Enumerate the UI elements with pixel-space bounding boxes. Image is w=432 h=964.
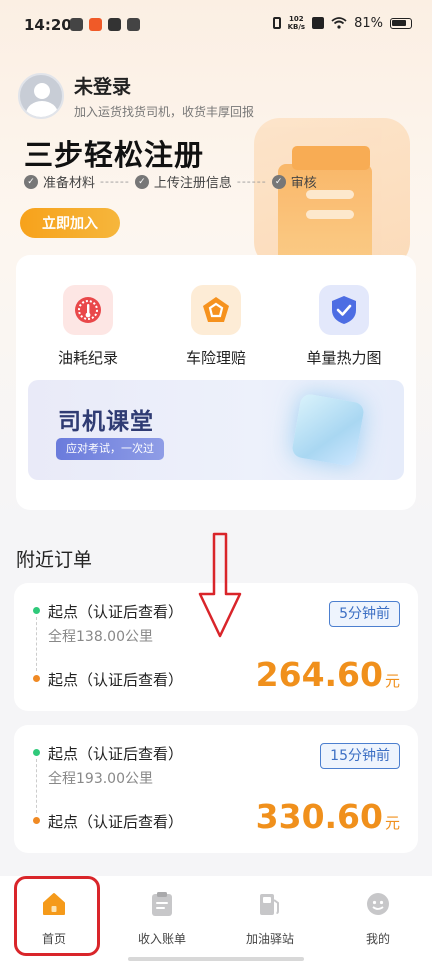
end-dot bbox=[33, 817, 40, 824]
price-value: 264.60 bbox=[255, 655, 383, 694]
battery-icon bbox=[390, 17, 412, 29]
speed-unit: KB/s bbox=[287, 23, 306, 31]
document-line bbox=[306, 190, 354, 199]
notification-icons bbox=[70, 18, 140, 31]
check-icon: ✓ bbox=[134, 174, 149, 189]
feature-card: 油耗纪录 车险理赔 单量热力图 司机课堂 应对考试，一次过 bbox=[16, 255, 416, 510]
order-start: 起点（认证后查看） bbox=[48, 603, 184, 621]
driver-class-banner[interactable]: 司机课堂 应对考试，一次过 bbox=[28, 380, 404, 480]
step-separator: ------ bbox=[236, 175, 267, 188]
time-ago-badge: 15分钟前 bbox=[320, 743, 400, 769]
profile-name: 未登录 bbox=[74, 76, 132, 98]
start-dot bbox=[33, 749, 40, 756]
banner-title: 司机课堂 bbox=[58, 409, 154, 435]
tab-label: 加油驿站 bbox=[245, 932, 294, 946]
status-bar: 14:20 102 KB/s 81% bbox=[0, 0, 432, 50]
tab-label: 我的 bbox=[365, 932, 390, 946]
status-time: 14:20 bbox=[24, 16, 72, 34]
gas-pump-icon bbox=[256, 890, 284, 918]
order-distance: 全程138.00公里 bbox=[48, 629, 153, 645]
status-right: 102 KB/s 81% bbox=[272, 15, 412, 31]
check-icon: ✓ bbox=[24, 174, 38, 189]
feature-insurance-claim[interactable]: 车险理赔 bbox=[156, 285, 276, 368]
feature-fuel-record[interactable]: 油耗纪录 bbox=[28, 285, 148, 368]
wifi-icon bbox=[331, 17, 347, 29]
step-label: 上传注册信息 bbox=[153, 176, 232, 191]
tab-mine[interactable]: 我的 bbox=[324, 876, 432, 964]
document-tab bbox=[292, 146, 370, 170]
time-ago-badge: 5分钟前 bbox=[329, 601, 400, 627]
route-line bbox=[36, 617, 37, 671]
join-button[interactable]: 立即加入 bbox=[20, 208, 120, 238]
no-sim-icon bbox=[312, 17, 325, 29]
order-distance: 全程193.00公里 bbox=[48, 771, 153, 787]
mail-notification-icon bbox=[127, 18, 140, 31]
step-label: 准备材料 bbox=[43, 176, 96, 191]
check-shield-icon bbox=[319, 285, 369, 335]
order-end: 起点（认证后查看） bbox=[48, 671, 184, 689]
app-notification-icon bbox=[108, 18, 121, 31]
feature-label: 车险理赔 bbox=[185, 349, 246, 367]
tab-gas-station[interactable]: 加油驿站 bbox=[216, 876, 324, 964]
pentagon-shield-icon bbox=[191, 285, 241, 335]
hero-title: 三步轻松注册 bbox=[24, 138, 205, 172]
check-icon: ✓ bbox=[271, 174, 286, 189]
fuel-gauge-icon bbox=[63, 285, 113, 335]
register-steps: ✓ 准备材料 ------ ✓ 上传注册信息 ------ ✓ 审核 bbox=[24, 172, 317, 191]
price-value: 330.60 bbox=[255, 797, 383, 836]
active-tab-highlight bbox=[14, 876, 100, 956]
vibrate-icon bbox=[272, 17, 281, 29]
profile-subtitle: 加入运货找货司机，收货丰厚回报 bbox=[74, 105, 255, 119]
document-line bbox=[306, 210, 354, 219]
profile-face-icon bbox=[364, 890, 392, 918]
cube-illustration bbox=[290, 392, 366, 468]
home-indicator[interactable] bbox=[128, 957, 304, 961]
order-end: 起点（认证后查看） bbox=[48, 813, 184, 831]
order-price: 264.60 元 bbox=[256, 655, 400, 694]
step-label: 审核 bbox=[290, 176, 317, 191]
battery-percent: 81% bbox=[354, 15, 383, 31]
route-line bbox=[36, 759, 37, 813]
start-dot bbox=[33, 607, 40, 614]
network-speed: 102 KB/s bbox=[288, 15, 305, 31]
step-separator: ------ bbox=[100, 175, 130, 188]
end-dot bbox=[33, 675, 40, 682]
register-illustration bbox=[254, 118, 410, 274]
section-title: 附近订单 bbox=[16, 549, 93, 571]
feature-label: 油耗纪录 bbox=[57, 349, 118, 367]
price-unit: 元 bbox=[384, 672, 400, 690]
order-card[interactable]: 起点（认证后查看） 全程193.00公里 起点（认证后查看） 15分钟前 330… bbox=[14, 725, 418, 853]
app-notification-icon bbox=[89, 18, 102, 31]
price-unit: 元 bbox=[384, 814, 400, 832]
order-start: 起点（认证后查看） bbox=[48, 745, 184, 763]
app-notification-icon bbox=[70, 18, 83, 31]
feature-label: 单量热力图 bbox=[306, 349, 382, 367]
clipboard-icon bbox=[148, 890, 176, 918]
scroll-down-arrow-icon bbox=[198, 532, 242, 638]
profile-header[interactable]: 未登录 加入运货找货司机，收货丰厚回报 bbox=[18, 72, 254, 120]
avatar[interactable] bbox=[18, 73, 64, 119]
banner-tag: 应对考试，一次过 bbox=[56, 438, 164, 460]
feature-order-heatmap[interactable]: 单量热力图 bbox=[284, 285, 404, 368]
order-price: 330.60 元 bbox=[256, 797, 400, 836]
speed-value: 102 bbox=[289, 15, 304, 23]
tab-income-bill[interactable]: 收入账单 bbox=[108, 876, 216, 964]
tab-label: 收入账单 bbox=[137, 932, 186, 946]
